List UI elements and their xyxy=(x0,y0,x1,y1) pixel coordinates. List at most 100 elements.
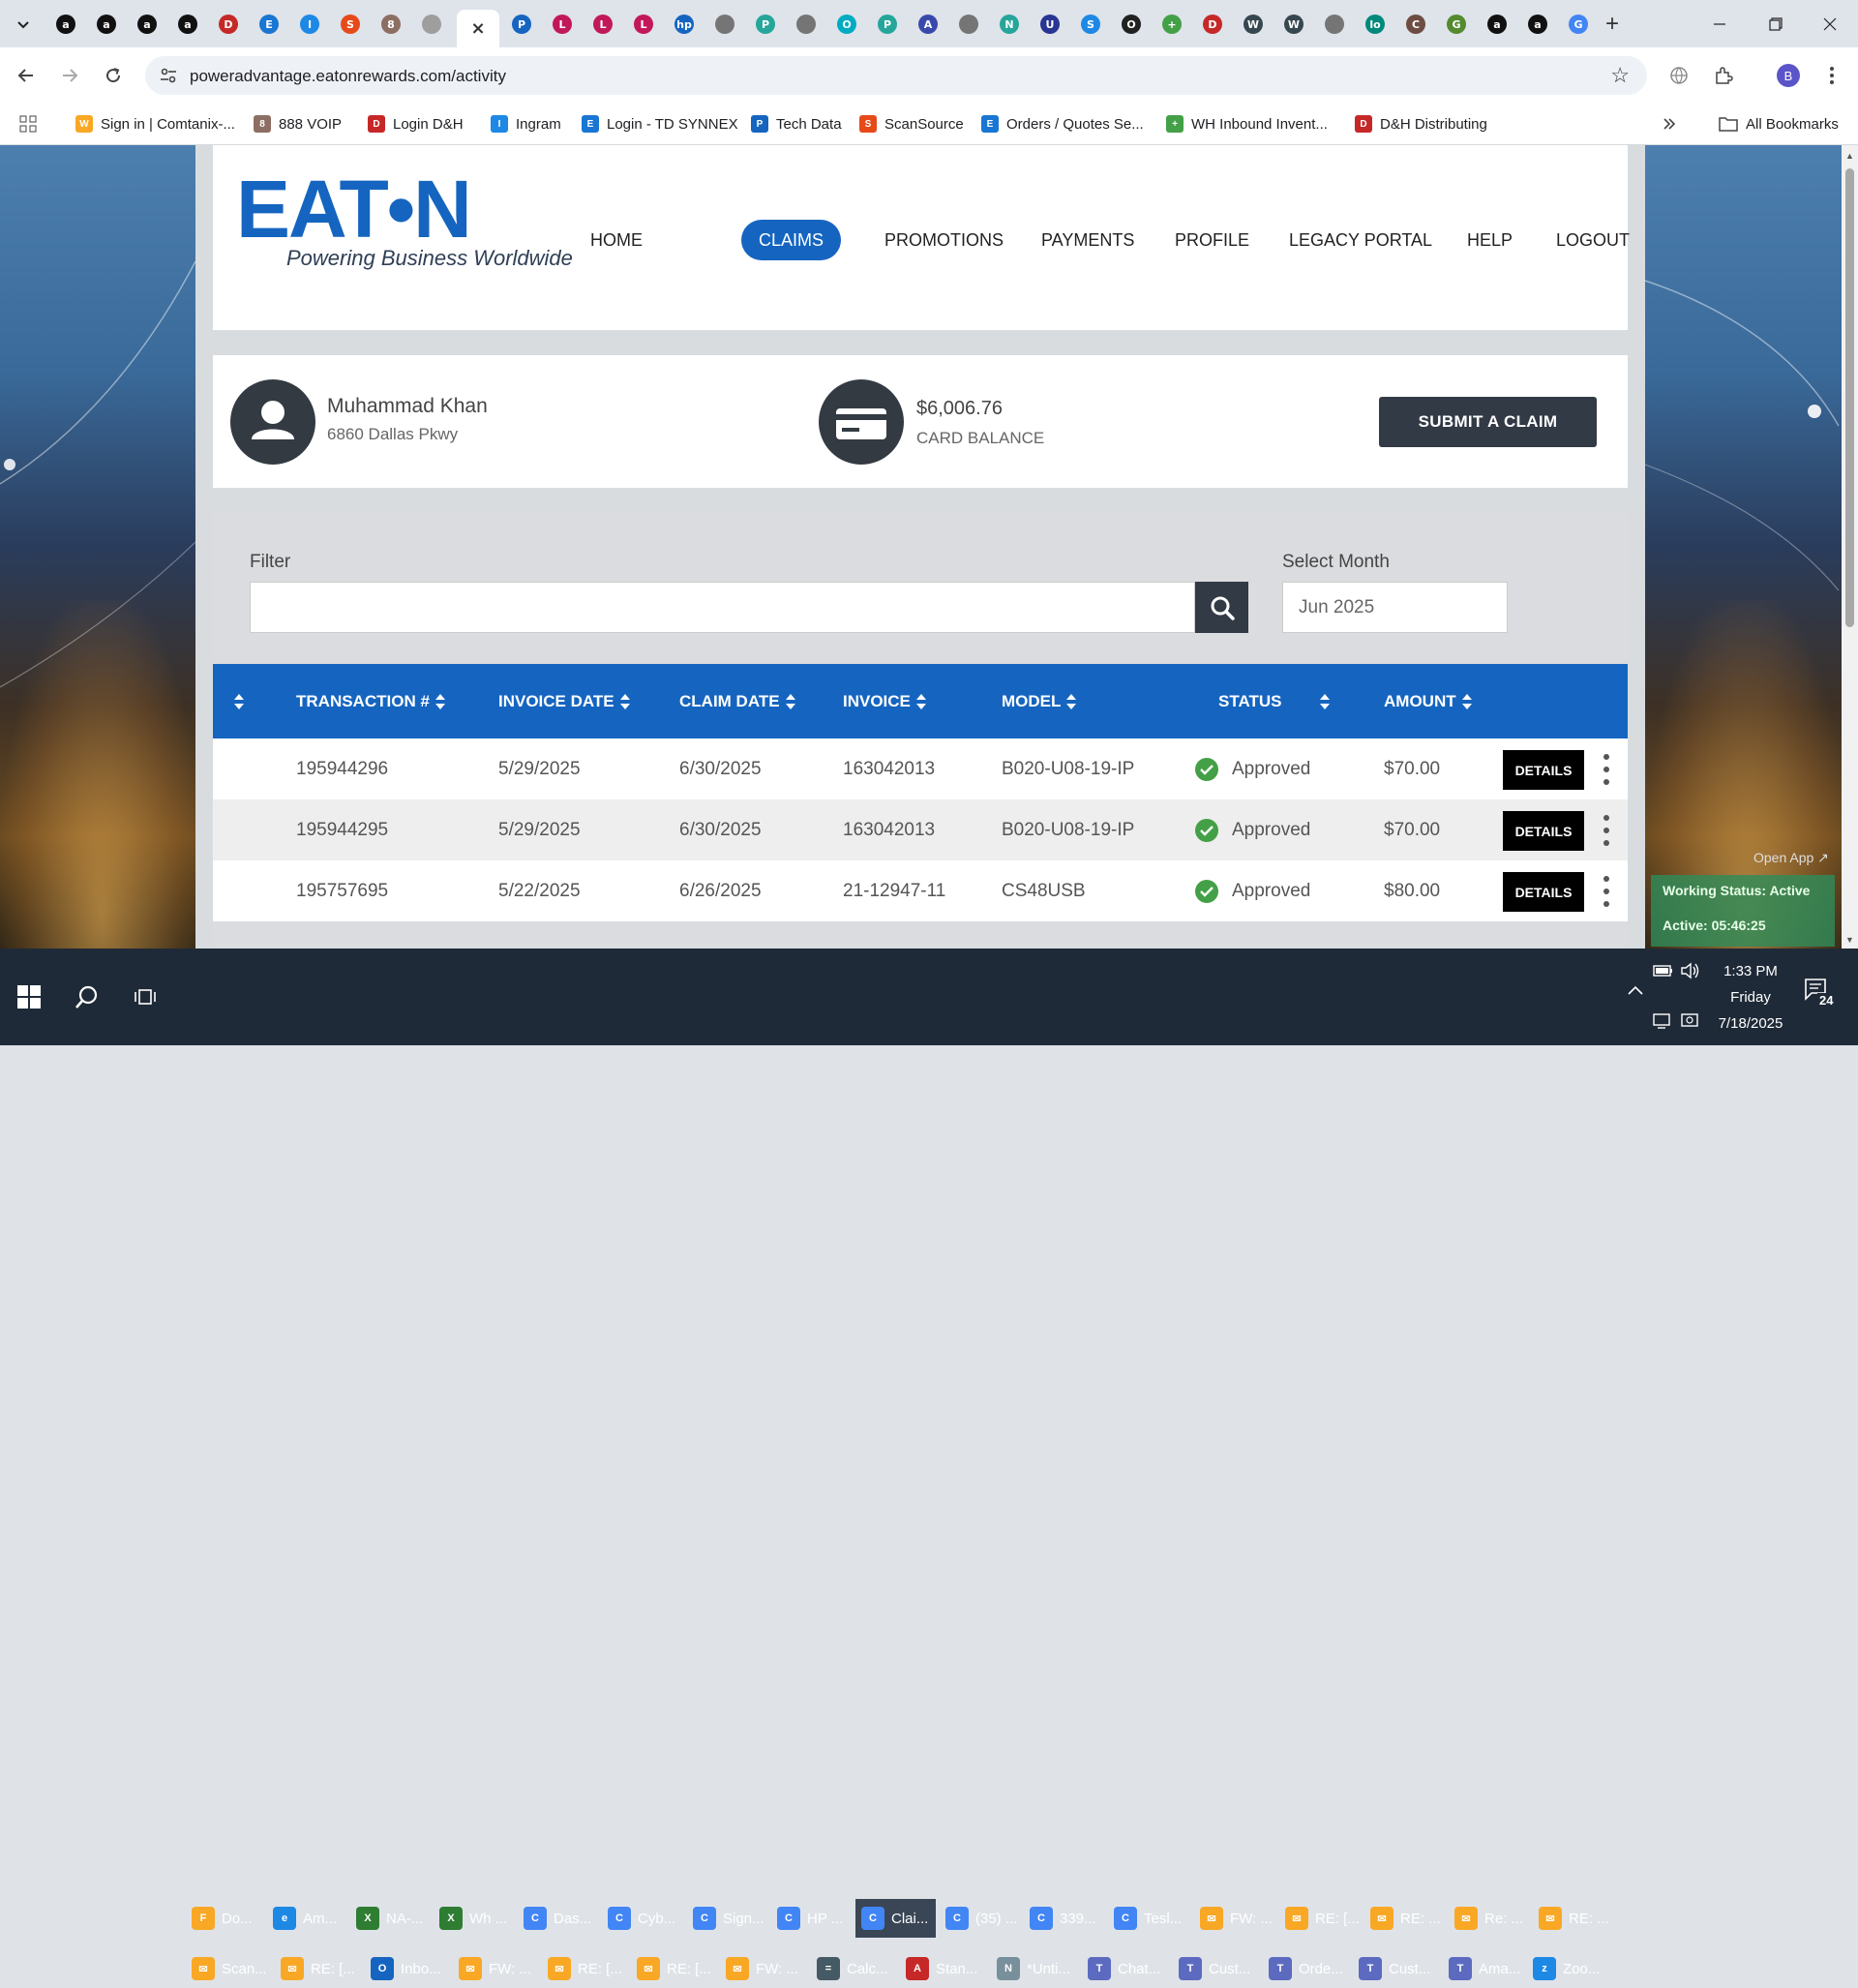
task-view-button[interactable] xyxy=(126,978,165,1016)
browser-tab[interactable]: a xyxy=(1523,10,1552,39)
taskbar-app-button[interactable]: ✉ FW: ... xyxy=(720,1949,807,1988)
browser-tab[interactable]: O xyxy=(1117,10,1146,39)
taskbar-search-button[interactable] xyxy=(68,978,106,1016)
forward-button[interactable] xyxy=(55,61,84,90)
taskbar-app-button[interactable]: T Cust... xyxy=(1353,1949,1439,1988)
taskbar-app-button[interactable]: ✉ Scan... xyxy=(186,1949,271,1988)
nav-logout[interactable]: LOGOUT xyxy=(1539,220,1647,260)
taskbar-app-button[interactable]: X Wh ... xyxy=(434,1899,514,1938)
header-invoice[interactable]: INVOICE xyxy=(843,664,926,738)
header-invoice-date[interactable]: INVOICE DATE xyxy=(498,664,630,738)
browser-tab[interactable] xyxy=(417,10,446,39)
browser-tab[interactable] xyxy=(792,10,821,39)
browser-tab[interactable] xyxy=(954,10,983,39)
sort-column-header[interactable] xyxy=(234,664,244,738)
taskbar-app-button[interactable]: C (35) ... xyxy=(940,1899,1020,1938)
nav-payments[interactable]: PAYMENTS xyxy=(1024,220,1152,260)
battery-icon[interactable] xyxy=(1653,964,1674,978)
taskbar-app-button[interactable]: T Orde... xyxy=(1263,1949,1349,1988)
notification-center-button[interactable]: 24 xyxy=(1804,978,1843,1016)
row-menu-icon[interactable] xyxy=(1602,876,1611,907)
browser-tab[interactable]: D xyxy=(1198,10,1227,39)
browser-tab[interactable]: N xyxy=(995,10,1024,39)
header-transaction[interactable]: TRANSACTION # xyxy=(296,664,445,738)
taskbar-app-button[interactable]: C 339... xyxy=(1024,1899,1104,1938)
browser-tab[interactable]: E xyxy=(255,10,284,39)
eaton-logo[interactable]: EAT•N Powering Business Worldwide xyxy=(236,168,573,275)
all-bookmarks-button[interactable]: All Bookmarks xyxy=(1719,112,1839,136)
browser-tab[interactable]: a xyxy=(1483,10,1512,39)
browser-tab[interactable]: lo xyxy=(1361,10,1390,39)
scrollbar-thumb[interactable] xyxy=(1845,168,1854,627)
browser-tab[interactable]: hp xyxy=(670,10,699,39)
more-bookmarks-icon[interactable] xyxy=(1663,112,1676,136)
taskbar-app-button[interactable]: C HP ... xyxy=(771,1899,852,1938)
profile-avatar[interactable]: B xyxy=(1774,61,1803,90)
bookmark-item[interactable]: + WH Inbound Invent... xyxy=(1166,112,1328,136)
header-model[interactable]: MODEL xyxy=(1002,664,1077,738)
browser-tab[interactable]: C xyxy=(1401,10,1430,39)
nav-legacy-portal[interactable]: LEGACY PORTAL xyxy=(1272,220,1450,260)
taskbar-app-button[interactable]: ✉ FW: ... xyxy=(453,1949,538,1988)
display-icon[interactable] xyxy=(1680,1012,1701,1030)
nav-profile[interactable]: PROFILE xyxy=(1157,220,1267,260)
browser-tab[interactable]: U xyxy=(1035,10,1064,39)
browser-tab[interactable] xyxy=(710,10,739,39)
new-tab-button[interactable]: + xyxy=(1599,11,1626,38)
browser-tab[interactable]: P xyxy=(873,10,902,39)
bookmark-item[interactable]: E Login - TD SYNNEX xyxy=(582,112,738,136)
taskbar-app-button[interactable]: ✉ RE: [... xyxy=(1279,1899,1361,1938)
open-app-link[interactable]: Open App ↗ xyxy=(1753,850,1829,866)
browser-tab[interactable]: P xyxy=(751,10,780,39)
search-button[interactable] xyxy=(1195,582,1248,633)
address-bar[interactable]: poweradvantage.eatonrewards.com/activity… xyxy=(145,56,1647,95)
browser-tab[interactable]: L xyxy=(588,10,617,39)
taskbar-app-button[interactable]: ✉ RE: [... xyxy=(631,1949,716,1988)
header-amount[interactable]: AMOUNT xyxy=(1384,664,1472,738)
month-select[interactable]: Jun 2025 xyxy=(1282,582,1508,633)
bookmark-item[interactable]: 8 888 VOIP xyxy=(254,112,342,136)
site-settings-icon[interactable] xyxy=(159,66,178,85)
taskbar-app-button[interactable]: ✉ RE: [... xyxy=(275,1949,361,1988)
submit-claim-button[interactable]: SUBMIT A CLAIM xyxy=(1379,397,1597,447)
taskbar-app-button[interactable]: T Ama... xyxy=(1443,1949,1523,1988)
apps-grid-icon[interactable] xyxy=(19,112,37,136)
row-menu-icon[interactable] xyxy=(1602,815,1611,846)
browser-tab[interactable]: G xyxy=(1442,10,1471,39)
browser-tab[interactable]: W xyxy=(1279,10,1308,39)
details-button[interactable]: DETAILS xyxy=(1503,872,1584,912)
taskbar-app-button[interactable]: C Das... xyxy=(518,1899,598,1938)
details-button[interactable]: DETAILS xyxy=(1503,750,1584,790)
page-scrollbar[interactable]: ▲ ▼ xyxy=(1842,145,1858,949)
close-window-button[interactable] xyxy=(1802,0,1858,47)
bookmark-item[interactable]: W Sign in | Comtanix-... xyxy=(75,112,235,136)
bookmark-star-icon[interactable]: ☆ xyxy=(1610,63,1630,88)
minimize-button[interactable] xyxy=(1692,0,1748,47)
browser-tab[interactable]: L xyxy=(548,10,577,39)
bookmark-item[interactable]: E Orders / Quotes Se... xyxy=(981,112,1144,136)
browser-tab[interactable]: O xyxy=(832,10,861,39)
browser-tab[interactable]: 8 xyxy=(376,10,405,39)
browser-tab[interactable]: I xyxy=(295,10,324,39)
header-status[interactable]: STATUS xyxy=(1218,664,1331,738)
browser-tab[interactable]: A xyxy=(914,10,943,39)
taskbar-app-button[interactable]: ✉ RE: [... xyxy=(542,1949,627,1988)
network-icon[interactable] xyxy=(1653,1012,1674,1030)
close-tab-icon[interactable]: × xyxy=(468,18,488,39)
scroll-up-icon[interactable]: ▲ xyxy=(1845,151,1854,161)
nav-home[interactable]: HOME xyxy=(573,220,660,260)
browser-tab[interactable]: a xyxy=(92,10,121,39)
taskbar-app-button[interactable]: = Calc... xyxy=(811,1949,896,1988)
taskbar-app-button[interactable]: A Stan... xyxy=(900,1949,987,1988)
taskbar-app-button[interactable]: C Clai... xyxy=(855,1899,936,1938)
browser-tab[interactable]: a xyxy=(173,10,202,39)
translate-icon[interactable] xyxy=(1664,61,1693,90)
browser-tab[interactable]: W xyxy=(1239,10,1268,39)
details-button[interactable]: DETAILS xyxy=(1503,811,1584,851)
taskbar-app-button[interactable]: ✉ Re: ... xyxy=(1449,1899,1529,1938)
taskbar-app-button[interactable]: X NA-... xyxy=(350,1899,430,1938)
nav-promotions[interactable]: PROMOTIONS xyxy=(867,220,1021,260)
browser-tab[interactable] xyxy=(1320,10,1349,39)
row-menu-icon[interactable] xyxy=(1602,754,1611,785)
restore-button[interactable] xyxy=(1748,0,1804,47)
